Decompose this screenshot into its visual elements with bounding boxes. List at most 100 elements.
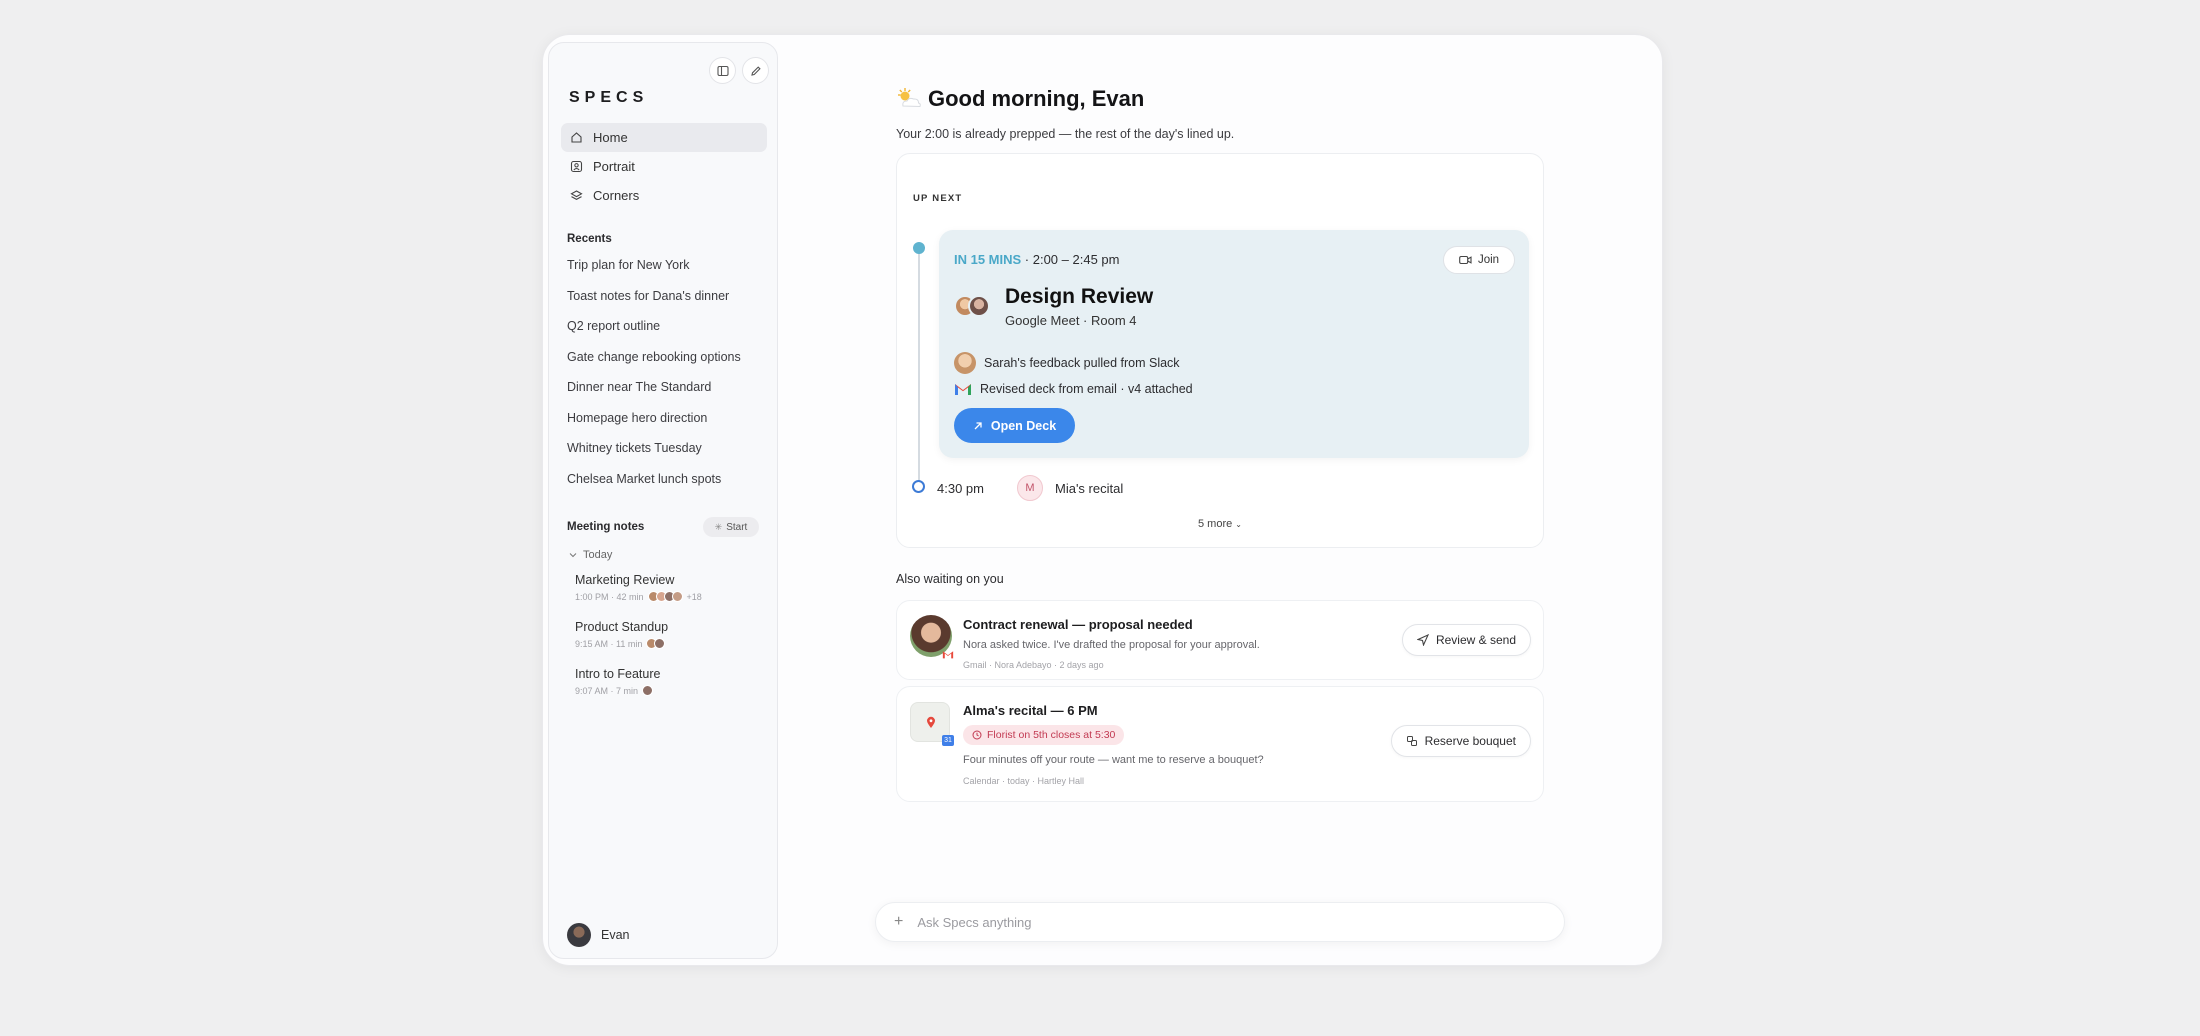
start-label: Start (726, 521, 748, 533)
up-next-card: UP NEXT IN 15 MINS · 2:00 – 2:45 pm Join… (896, 153, 1544, 548)
event-title: Design Review (1005, 285, 1154, 308)
meeting-item[interactable]: Intro to Feature 9:07 AM · 7 min (575, 667, 702, 714)
calendar-badge-icon: 31 (942, 735, 954, 746)
later-event-time: 4:30 pm (937, 480, 984, 496)
also-waiting-heading: Also waiting on you (896, 572, 1004, 586)
meeting-meta: 1:00 PM · 42 min (575, 591, 644, 602)
toggle-sidebar-button[interactable] (709, 57, 736, 84)
recent-item[interactable]: Toast notes for Dana's dinner (567, 286, 741, 317)
later-event[interactable]: 4:30 pm M Mia's recital (937, 475, 1123, 501)
meeting-item[interactable]: Product Standup 9:15 AM · 11 min (575, 620, 702, 667)
event-attendee-avatars (954, 295, 990, 317)
review-send-button[interactable]: Review & send (1401, 624, 1531, 656)
task-meta: Calendar · today · Hartley Hall (963, 776, 1085, 786)
recent-item[interactable]: Q2 report outline (567, 316, 741, 347)
sidebar-tools (709, 57, 769, 84)
reserve-bouquet-button[interactable]: Reserve bouquet (1390, 725, 1531, 757)
meeting-list: Marketing Review 1:00 PM · 42 min +18 Pr… (575, 573, 702, 714)
sidebar: SPECS Home Portrait Corners Recents Trip… (548, 42, 778, 959)
task-card-recital[interactable]: 31 Alma's recital — 6 PM Florist on 5th … (896, 686, 1544, 802)
meeting-title: Product Standup (575, 620, 669, 634)
later-event-title: Mia's recital (1055, 480, 1124, 496)
home-icon (569, 131, 583, 145)
recent-item[interactable]: Chelsea Market lunch spots (567, 469, 741, 500)
plus-icon[interactable]: + (894, 913, 903, 931)
meeting-title: Marketing Review (575, 573, 675, 587)
send-icon (1416, 634, 1429, 646)
nav-label: Home (593, 130, 628, 145)
recent-item[interactable]: Dinner near The Standard (567, 377, 741, 408)
meeting-title: Intro to Feature (575, 667, 661, 681)
sun-cloud-icon (898, 88, 921, 108)
today-group-toggle[interactable]: Today (569, 549, 612, 561)
sidebar-panel-icon (716, 65, 729, 76)
deadline-badge: Florist on 5th closes at 5:30 (963, 725, 1125, 745)
timeline-line (918, 248, 920, 484)
task-body: Four minutes off your route — want me to… (963, 754, 1264, 766)
greeting: Good morning, Evan (896, 86, 1144, 112)
event-countdown: IN 15 MINS (954, 252, 1022, 267)
nav-label: Portrait (593, 159, 635, 174)
main-nav: Home Portrait Corners (561, 123, 767, 210)
task-body: Nora asked twice. I've drafted the propo… (963, 639, 1260, 651)
recent-item[interactable]: Trip plan for New York (567, 255, 741, 286)
meeting-meta: 9:07 AM · 7 min (575, 685, 639, 696)
event-time-range: · 2:00 – 2:45 pm (1021, 252, 1120, 267)
meeting-meta: 9:15 AM · 11 min (575, 638, 643, 649)
timeline-dot-current (913, 242, 925, 254)
attendee-avatars (647, 591, 683, 602)
today-label: Today (583, 549, 613, 561)
task-title: Contract renewal — proposal needed (963, 617, 1193, 632)
task-title: Alma's recital — 6 PM (963, 703, 1098, 718)
recent-item[interactable]: Whitney tickets Tuesday (567, 438, 741, 469)
task-card-contract[interactable]: Contract renewal — proposal needed Nora … (896, 600, 1544, 680)
nav-item-home[interactable]: Home (561, 123, 767, 152)
prep-item-text: Sarah's feedback pulled from Slack (984, 356, 1180, 370)
nav-item-portrait[interactable]: Portrait (561, 152, 767, 181)
prep-item-text: Revised deck from email · v4 attached (980, 382, 1193, 396)
attendee-avatars (646, 638, 666, 649)
chevron-down-icon: ⌄ (1235, 520, 1242, 529)
timeline-dot-later (912, 480, 925, 493)
user-profile[interactable]: Evan (567, 923, 630, 947)
gmail-icon (942, 651, 954, 659)
gmail-icon (955, 384, 971, 395)
clock-icon (972, 730, 982, 740)
start-recording-button[interactable]: ✳ Start (703, 517, 759, 537)
reserve-bouquet-label: Reserve bouquet (1424, 734, 1516, 748)
avatar (567, 923, 591, 947)
event-prep-item: Sarah's feedback pulled from Slack (954, 352, 1180, 374)
recent-item[interactable]: Gate change rebooking options (567, 347, 741, 378)
ask-placeholder: Ask Specs anything (917, 914, 1032, 930)
portrait-icon (569, 160, 583, 174)
event-location: Google Meet · Room 4 (1005, 313, 1137, 328)
up-next-label: UP NEXT (913, 193, 963, 204)
nav-item-corners[interactable]: Corners (561, 181, 767, 210)
attendee-extra-count: +18 (686, 591, 702, 602)
app-logo: SPECS (569, 89, 649, 106)
recents-heading: Recents (567, 233, 612, 245)
join-label: Join (1477, 254, 1500, 266)
deadline-text: Florist on 5th closes at 5:30 (987, 729, 1116, 741)
join-button[interactable]: Join (1443, 246, 1515, 274)
new-chat-button[interactable] (742, 57, 769, 84)
meeting-item[interactable]: Marketing Review 1:00 PM · 42 min +18 (575, 573, 702, 620)
greeting-subtitle: Your 2:00 is already prepped — the rest … (896, 127, 1235, 141)
sparkle-icon: ✳ (714, 521, 723, 532)
open-deck-button[interactable]: Open Deck (954, 408, 1075, 443)
review-send-label: Review & send (1435, 633, 1516, 647)
map-pin-icon (927, 716, 935, 728)
arrow-up-right-icon (974, 421, 982, 429)
event-prep-item: Revised deck from email · v4 attached (954, 382, 1193, 396)
user-name: Evan (601, 928, 630, 942)
pencil-icon (750, 65, 761, 76)
next-event-card[interactable]: IN 15 MINS · 2:00 – 2:45 pm Join Design … (939, 230, 1529, 458)
ask-input[interactable]: + Ask Specs anything (875, 902, 1565, 942)
slack-avatar-icon (954, 352, 976, 374)
show-more-button[interactable]: 5 more ⌄ (897, 518, 1543, 530)
open-deck-label: Open Deck (990, 418, 1057, 433)
recent-item[interactable]: Homepage hero direction (567, 408, 741, 439)
flower-icon (1406, 736, 1417, 746)
event-time: IN 15 MINS · 2:00 – 2:45 pm (954, 252, 1119, 267)
nav-label: Corners (593, 188, 640, 203)
